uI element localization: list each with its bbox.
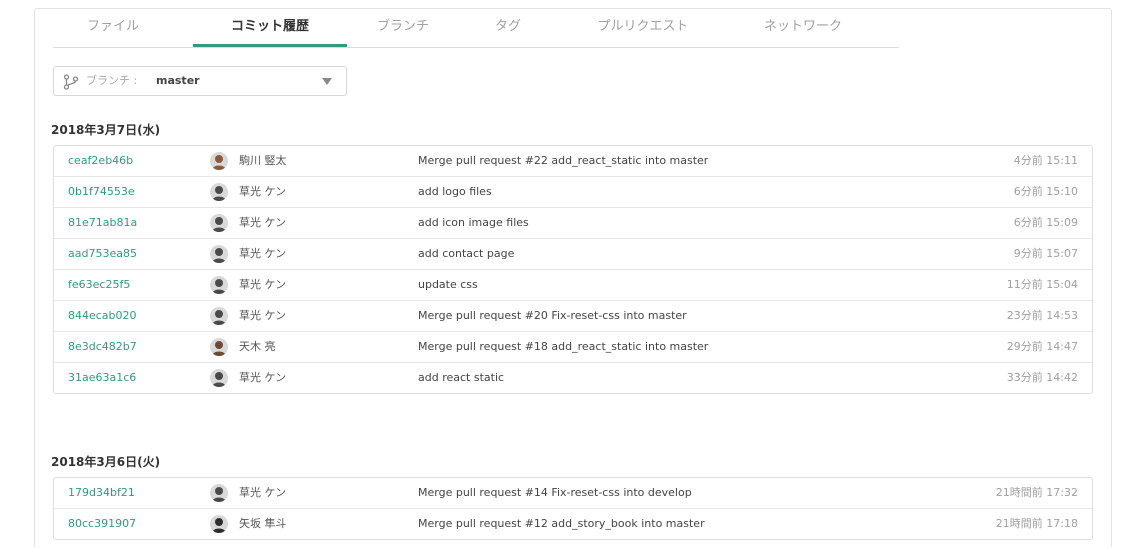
commit-author: 草光 ケン: [239, 247, 287, 260]
commit-time: 6分前 15:09: [1013, 216, 1078, 229]
commit-author: 草光 ケン: [239, 185, 287, 198]
commit-sha-link[interactable]: 844ecab020: [68, 301, 137, 331]
avatar[interactable]: [210, 307, 228, 325]
commit-time: 6分前 15:10: [1013, 185, 1078, 198]
commit-message[interactable]: Merge pull request #12 add_story_book in…: [418, 509, 705, 539]
commit-message[interactable]: add react static: [418, 363, 504, 393]
commit-row[interactable]: 844ecab020 草光 ケン Merge pull request #20 Fi…: [54, 300, 1092, 331]
commit-row[interactable]: 0b1f74553e 草光 ケン add logo files 6分前 15:10: [54, 176, 1092, 207]
user-avatar-icon: [210, 484, 228, 502]
commit-sha-link[interactable]: 81e71ab81a: [68, 208, 137, 238]
avatar[interactable]: [210, 214, 228, 232]
commit-author: 草光 ケン: [239, 216, 287, 229]
avatar[interactable]: [210, 183, 228, 201]
tab-commit-history[interactable]: コミット履歴: [193, 9, 347, 47]
avatar[interactable]: [210, 276, 228, 294]
commit-row[interactable]: 179d34bf21 草光 ケン Merge pull request #14 Fi…: [54, 478, 1092, 508]
commit-sha-link[interactable]: fe63ec25f5: [68, 270, 130, 300]
user-avatar-icon: [210, 245, 228, 263]
user-avatar-icon: [210, 515, 228, 533]
commit-sha-link[interactable]: aad753ea85: [68, 239, 137, 269]
commit-sha-link[interactable]: 179d34bf21: [68, 478, 135, 508]
commit-time: 21時間前 17:32: [995, 486, 1078, 499]
commit-group: 179d34bf21 草光 ケン Merge pull request #14 Fi…: [53, 477, 1093, 540]
user-avatar-icon: [210, 338, 228, 356]
commit-message[interactable]: Merge pull request #22 add_react_static …: [418, 146, 708, 176]
commit-message[interactable]: Merge pull request #14 Fix-reset-css int…: [418, 478, 692, 508]
commit-row[interactable]: 81e71ab81a 草光 ケン add icon image files 6分前 1…: [54, 207, 1092, 238]
commit-row[interactable]: 8e3dc482b7 天木 亮 Merge pull request #18 add…: [54, 331, 1092, 362]
repo-tabs: ファイル コミット履歴 ブランチ タグ プルリクエスト ネットワーク: [53, 9, 899, 48]
avatar[interactable]: [210, 369, 228, 387]
user-avatar-icon: [210, 214, 228, 232]
date-heading: 2018年3月6日(火): [51, 455, 161, 469]
avatar[interactable]: [210, 152, 228, 170]
commit-row[interactable]: fe63ec25f5 草光 ケン update css 11分前 15:04: [54, 269, 1092, 300]
repository-panel: ファイル コミット履歴 ブランチ タグ プルリクエスト ネットワーク ブランチ …: [34, 8, 1112, 548]
commit-message[interactable]: Merge pull request #18 add_react_static …: [418, 332, 708, 362]
commit-time: 33分前 14:42: [1006, 371, 1078, 384]
tab-branches[interactable]: ブランチ: [353, 9, 453, 45]
commit-author: 駒川 竪太: [239, 154, 287, 167]
commit-group: ceaf2eb46b 駒川 竪太 Merge pull request #22 ad…: [53, 145, 1093, 394]
commit-row[interactable]: ceaf2eb46b 駒川 竪太 Merge pull request #22 ad…: [54, 146, 1092, 176]
avatar[interactable]: [210, 245, 228, 263]
commit-message[interactable]: update css: [418, 270, 478, 300]
commit-time: 4分前 15:11: [1013, 154, 1078, 167]
branch-icon: [63, 74, 79, 90]
commit-author: 草光 ケン: [239, 371, 287, 384]
commit-sha-link[interactable]: ceaf2eb46b: [68, 146, 133, 176]
commit-message[interactable]: add icon image files: [418, 208, 529, 238]
commit-author: 草光 ケン: [239, 309, 287, 322]
branch-selector[interactable]: ブランチ : master: [53, 66, 347, 96]
commit-author: 天木 亮: [239, 340, 276, 353]
avatar[interactable]: [210, 484, 228, 502]
user-avatar-icon: [210, 369, 228, 387]
tab-tags[interactable]: タグ: [473, 9, 543, 45]
commit-message[interactable]: add logo files: [418, 177, 492, 207]
commit-sha-link[interactable]: 0b1f74553e: [68, 177, 135, 207]
commit-time: 29分前 14:47: [1006, 340, 1078, 353]
commit-row[interactable]: 80cc391907 矢坂 隼斗 Merge pull request #12 ad…: [54, 508, 1092, 539]
commit-author: 草光 ケン: [239, 278, 287, 291]
commit-row[interactable]: 31ae63a1c6 草光 ケン add react static 33分前 14:4…: [54, 362, 1092, 393]
commit-time: 23分前 14:53: [1006, 309, 1078, 322]
avatar[interactable]: [210, 338, 228, 356]
commit-sha-link[interactable]: 8e3dc482b7: [68, 332, 137, 362]
branch-name: master: [156, 74, 200, 87]
commit-time: 11分前 15:04: [1006, 278, 1078, 291]
commit-author: 矢坂 隼斗: [239, 517, 287, 530]
tab-network[interactable]: ネットワーク: [743, 9, 863, 45]
commit-sha-link[interactable]: 80cc391907: [68, 509, 136, 539]
user-avatar-icon: [210, 183, 228, 201]
commit-message[interactable]: add contact page: [418, 239, 514, 269]
branch-prefix-label: ブランチ :: [86, 74, 138, 87]
commit-sha-link[interactable]: 31ae63a1c6: [68, 363, 136, 393]
user-avatar-icon: [210, 152, 228, 170]
user-avatar-icon: [210, 307, 228, 325]
commit-message[interactable]: Merge pull request #20 Fix-reset-css int…: [418, 301, 687, 331]
commit-row[interactable]: aad753ea85 草光 ケン add contact page 9分前 15:07: [54, 238, 1092, 269]
commit-time: 21時間前 17:18: [995, 517, 1078, 530]
commit-author: 草光 ケン: [239, 486, 287, 499]
chevron-down-icon: [322, 78, 332, 85]
tab-files[interactable]: ファイル: [53, 9, 173, 45]
commit-time: 9分前 15:07: [1013, 247, 1078, 260]
tab-pull-requests[interactable]: プルリクエスト: [573, 9, 713, 45]
avatar[interactable]: [210, 515, 228, 533]
date-heading: 2018年3月7日(水): [51, 123, 161, 137]
user-avatar-icon: [210, 276, 228, 294]
